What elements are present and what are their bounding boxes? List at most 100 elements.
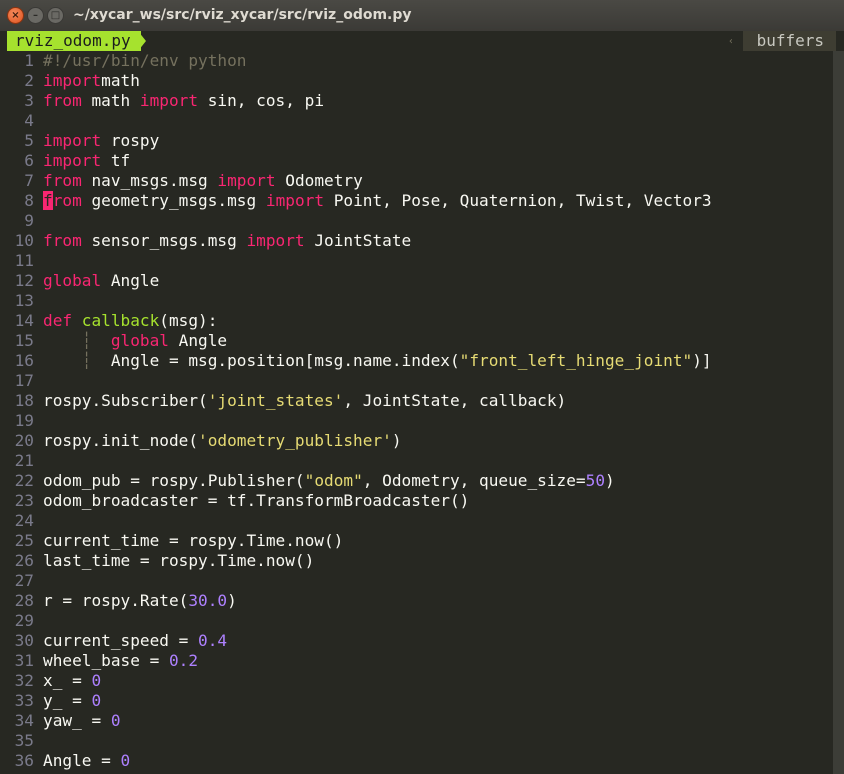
code-token: current_speed =	[43, 631, 199, 650]
line-number: 24	[14, 511, 34, 530]
code-line[interactable]: 7 from nav_msgs.msg import Odometry	[0, 171, 844, 191]
code-line[interactable]: 16 ┆ Angle = msg.position[msg.name.index…	[0, 351, 844, 371]
code-line[interactable]: 5 import rospy	[0, 131, 844, 151]
line-number: 6	[24, 151, 34, 170]
code-line[interactable]: 19	[0, 411, 844, 431]
code-token: , Odometry, queue_size=	[362, 471, 586, 490]
code-token: global	[43, 271, 102, 290]
code-token: 0	[91, 671, 102, 690]
code-line[interactable]: 18 rospy.Subscriber('joint_states', Joint…	[0, 391, 844, 411]
code-token: y_ =	[43, 691, 92, 710]
code-token: "odom"	[304, 471, 363, 490]
tab-arrow-icon	[138, 31, 146, 51]
line-number: 18	[14, 391, 34, 410]
code-token: rospy.init_node(	[43, 431, 199, 450]
code-token: Angle =	[43, 751, 121, 770]
code-token: rospy.Subscriber(	[43, 391, 208, 410]
code-token: JointState	[304, 231, 412, 250]
code-line[interactable]: 30 current_speed = 0.4	[0, 631, 844, 651]
code-token: odom_broadcaster = tf.TransformBroadcast…	[43, 491, 470, 510]
line-number: 17	[14, 371, 34, 390]
code-line[interactable]: 35	[0, 731, 844, 751]
tab-rviz-odom[interactable]: rviz_odom.py	[7, 31, 141, 51]
code-line[interactable]: 29	[0, 611, 844, 631]
line-number: 33	[14, 691, 34, 710]
code-line[interactable]: 10 from sensor_msgs.msg import JointState	[0, 231, 844, 251]
code-token: )	[391, 431, 402, 450]
code-line[interactable]: 26 last_time = rospy.Time.now()	[0, 551, 844, 571]
code-token: 'odometry_publisher'	[198, 431, 392, 450]
minimize-icon[interactable]: –	[27, 7, 44, 24]
line-number: 29	[14, 611, 34, 630]
code-line[interactable]: 9	[0, 211, 844, 231]
code-token: (msg):	[159, 311, 218, 330]
code-token: import	[265, 191, 325, 210]
code-line[interactable]: 14 def callback(msg):	[0, 311, 844, 331]
code-line[interactable]: 23 odom_broadcaster = tf.TransformBroadca…	[0, 491, 844, 511]
code-token: tf	[101, 151, 131, 170]
code-line[interactable]: 21	[0, 451, 844, 471]
line-number: 27	[14, 571, 34, 590]
code-token: import	[139, 91, 199, 110]
line-number: 15	[14, 331, 34, 350]
code-token: callback	[81, 311, 160, 330]
window-title: ~/xycar_ws/src/rviz_xycar/src/rviz_odom.…	[73, 7, 412, 23]
code-line[interactable]: 17	[0, 371, 844, 391]
code-line[interactable]: 31 wheel_base = 0.2	[0, 651, 844, 671]
line-number: 13	[14, 291, 34, 310]
line-number: 2	[24, 71, 34, 90]
code-token: Angle = msg.position[msg.name.index(	[110, 351, 460, 370]
code-line[interactable]: 24	[0, 511, 844, 531]
code-line[interactable]: 15 ┆ global Angle	[0, 331, 844, 351]
code-token: import	[43, 71, 102, 90]
code-line[interactable]: 11	[0, 251, 844, 271]
maximize-icon[interactable]: □	[47, 7, 64, 24]
code-token: 0	[110, 711, 121, 730]
code-line[interactable]: 2 importmath	[0, 71, 844, 91]
code-line[interactable]: 32 x_ = 0	[0, 671, 844, 691]
code-line[interactable]: 22 odom_pub = rospy.Publisher("odom", Odo…	[0, 471, 844, 491]
code-line[interactable]: 27	[0, 571, 844, 591]
code-token: global	[110, 331, 169, 350]
code-token: rospy	[101, 131, 160, 150]
code-token: Point, Pose, Quaternion, Twist, Vector3	[324, 191, 712, 210]
line-number: 21	[14, 451, 34, 470]
code-token: yaw_ =	[43, 711, 111, 730]
code-token: from	[43, 231, 82, 250]
code-token: wheel_base =	[43, 651, 169, 670]
code-line[interactable]: 13	[0, 291, 844, 311]
line-number: 20	[14, 431, 34, 450]
code-line[interactable]: 8 from geometry_msgs.msg import Point, Po…	[0, 191, 844, 211]
code-token: import	[43, 131, 102, 150]
code-token: nav_msgs.msg	[81, 171, 218, 190]
code-token: import	[246, 231, 305, 250]
line-number: 22	[14, 471, 34, 490]
code-editor[interactable]: 1 #!/usr/bin/env python 2 importmath 3 from m…	[0, 51, 844, 771]
code-line[interactable]: 25 current_time = rospy.Time.now()	[0, 531, 844, 551]
code-token: math	[101, 71, 140, 90]
line-number: 16	[14, 351, 34, 370]
code-line[interactable]: 1 #!/usr/bin/env python	[0, 51, 844, 71]
code-token: "front_left_hinge_joint"	[459, 351, 693, 370]
code-line[interactable]: 33 y_ = 0	[0, 691, 844, 711]
code-line[interactable]: 36 Angle = 0	[0, 751, 844, 771]
close-icon[interactable]: ×	[7, 7, 24, 24]
buffers-label[interactable]: buffers	[742, 31, 836, 51]
code-token: Angle	[101, 271, 160, 290]
code-line[interactable]: 3 from math import sin, cos, pi	[0, 91, 844, 111]
code-line[interactable]: 28 r = rospy.Rate(30.0)	[0, 591, 844, 611]
line-number: 23	[14, 491, 34, 510]
code-token: import	[217, 171, 276, 190]
code-token: odom_pub = rospy.Publisher(	[43, 471, 305, 490]
code-line[interactable]: 34 yaw_ = 0	[0, 711, 844, 731]
code-token: current_time = rospy.Time.now()	[43, 531, 344, 550]
code-token: sin, cos, pi	[198, 91, 325, 110]
code-line[interactable]: 6 import tf	[0, 151, 844, 171]
line-number: 11	[14, 251, 34, 270]
line-number: 31	[14, 651, 34, 670]
code-token: 0	[120, 751, 131, 770]
code-line[interactable]: 12 global Angle	[0, 271, 844, 291]
code-token: 0.2	[168, 651, 199, 670]
code-line[interactable]: 4	[0, 111, 844, 131]
code-line[interactable]: 20 rospy.init_node('odometry_publisher')	[0, 431, 844, 451]
